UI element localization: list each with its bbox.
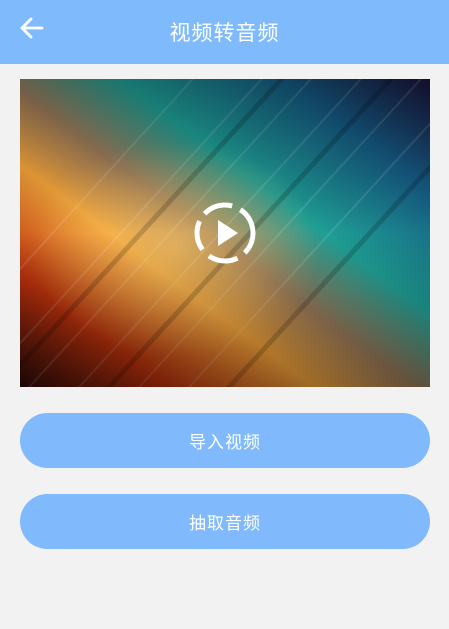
top-app-bar: 视频转音频 <box>0 0 449 64</box>
video-preview[interactable] <box>20 79 430 387</box>
arrow-left-icon <box>20 17 44 39</box>
back-button[interactable] <box>12 12 52 44</box>
play-circle-icon[interactable] <box>192 200 258 266</box>
extract-audio-button[interactable]: 抽取音频 <box>20 494 430 549</box>
app-screen: 视频转音频 导入视频 抽取音频 <box>0 0 449 629</box>
import-video-button[interactable]: 导入视频 <box>20 413 430 468</box>
page-title: 视频转音频 <box>169 21 280 45</box>
